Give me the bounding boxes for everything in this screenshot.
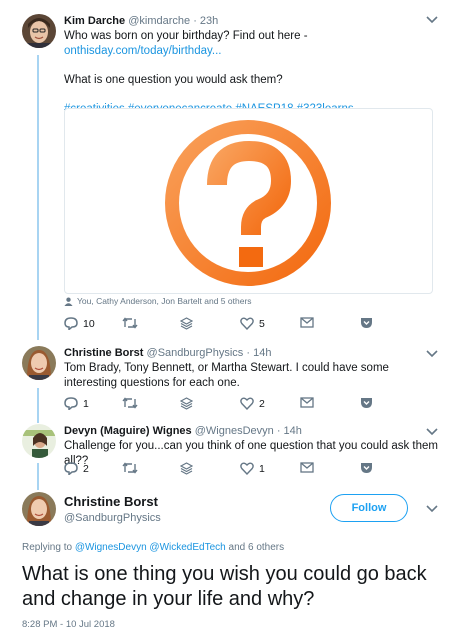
retweet-icon (122, 397, 138, 409)
heart-icon (240, 317, 254, 330)
chevron-down-icon[interactable] (426, 428, 438, 436)
like-count: 5 (259, 317, 265, 330)
author-handle[interactable]: @SandburgPhysics (147, 347, 244, 359)
tweet-link[interactable]: onthisday.com/today/birthday... (64, 45, 221, 57)
social-context[interactable]: You, Cathy Anderson, Jon Bartelt and 5 o… (64, 296, 252, 306)
retweet-icon (122, 462, 138, 474)
reply-icon (64, 317, 78, 330)
like-button[interactable]: 5 (240, 317, 265, 330)
tweet-time[interactable]: · 14h (277, 425, 302, 437)
main-tweet-text: What is one thing you wish you could go … (22, 563, 427, 610)
thread-line (37, 463, 39, 490)
main-author-handle[interactable]: @SandburgPhysics (64, 512, 161, 524)
author-handle[interactable]: @kimdarche (128, 15, 190, 27)
avatar-devyn-wignes[interactable] (22, 424, 56, 458)
author-handle[interactable]: @WignesDevyn (195, 425, 274, 437)
envelope-icon (300, 397, 314, 408)
thread-line (37, 388, 39, 423)
layers-icon (180, 317, 193, 330)
stack-button[interactable] (180, 317, 193, 330)
layers-icon (180, 462, 193, 475)
stack-button[interactable] (180, 397, 193, 410)
like-button[interactable]: 2 (240, 397, 265, 410)
tweet-header: Devyn (Maguire) Wignes @WignesDevyn · 14… (64, 424, 450, 438)
reply-icon (64, 462, 78, 475)
author-name[interactable]: Kim Darche (64, 15, 125, 27)
thread-line (37, 55, 39, 340)
avatar-christine-borst[interactable] (22, 346, 56, 380)
question-mark-circle-icon (165, 120, 331, 286)
replying-users-link[interactable]: @WignesDevyn @WickedEdTech (75, 542, 226, 553)
retweet-icon (122, 317, 138, 329)
tweet-actions: 2 1 (64, 462, 458, 478)
reply-button[interactable]: 2 (64, 462, 89, 475)
pocket-icon (361, 398, 372, 408)
tweet-time[interactable]: · 23h (193, 15, 218, 27)
tweet-text: Tom Brady, Tony Bennett, or Martha Stewa… (64, 362, 389, 389)
tweet-header: Kim Darche @kimdarche · 23h (64, 14, 450, 28)
heart-icon (240, 397, 254, 410)
pocket-icon (361, 318, 372, 328)
stack-button[interactable] (180, 462, 193, 475)
main-author-name[interactable]: Christine Borst (64, 494, 158, 509)
reply-icon (64, 397, 78, 410)
follow-button[interactable]: Follow (330, 494, 408, 522)
retweet-button[interactable] (122, 397, 143, 409)
retweet-button[interactable] (122, 317, 143, 329)
author-name[interactable]: Devyn (Maguire) Wignes (64, 425, 192, 437)
direct-message-button[interactable] (300, 317, 314, 328)
tweet-christine-borst: Christine Borst @SandburgPhysics · 14h T… (64, 346, 450, 391)
chevron-down-icon[interactable] (426, 350, 438, 358)
reply-count: 10 (83, 317, 95, 330)
author-name[interactable]: Christine Borst (64, 347, 143, 359)
like-button[interactable]: 1 (240, 462, 265, 475)
reply-button[interactable]: 10 (64, 317, 95, 330)
like-count: 2 (259, 397, 265, 410)
reply-count: 2 (83, 462, 89, 475)
tweet-kim-darche: Kim Darche @kimdarche · 23h Who was born… (64, 14, 450, 117)
tweet-header: Christine Borst @SandburgPhysics · 14h (64, 346, 450, 360)
person-icon (64, 297, 73, 306)
retweet-button[interactable] (122, 462, 143, 474)
direct-message-button[interactable] (300, 462, 314, 473)
tweet-time[interactable]: · 14h (246, 347, 271, 359)
chevron-down-icon[interactable] (426, 16, 438, 24)
social-context-text: You, Cathy Anderson, Jon Bartelt and 5 o… (77, 296, 252, 306)
reply-button[interactable]: 1 (64, 397, 89, 410)
envelope-icon (300, 462, 314, 473)
replying-to: Replying to @WignesDevyn @WickedEdTech a… (22, 542, 284, 553)
pocket-button[interactable] (360, 317, 373, 329)
avatar-kim-darche[interactable] (22, 14, 56, 48)
chevron-down-icon[interactable] (426, 505, 438, 513)
tweet-actions: 1 2 (64, 397, 458, 413)
reply-count: 1 (83, 397, 89, 410)
main-tweet-timestamp[interactable]: 8:28 PM - 10 Jul 2018 (22, 619, 115, 630)
envelope-icon (300, 317, 314, 328)
replying-suffix[interactable]: and 6 others (226, 542, 285, 553)
layers-icon (180, 397, 193, 410)
pocket-button[interactable] (360, 462, 373, 474)
heart-icon (240, 462, 254, 475)
tweet-text-line: Who was born on your birthday? Find out … (64, 30, 308, 42)
pocket-button[interactable] (360, 397, 373, 409)
tweet-text: Who was born on your birthday? Find out … (64, 29, 450, 59)
tweet-question-text: What is one question you would ask them? (64, 74, 283, 86)
pocket-icon (361, 463, 372, 473)
tweet-actions: 10 5 (64, 317, 458, 333)
avatar-christine-borst-main[interactable] (22, 492, 56, 526)
direct-message-button[interactable] (300, 397, 314, 408)
tweet-media-image[interactable] (64, 108, 433, 294)
replying-prefix: Replying to (22, 542, 75, 553)
like-count: 1 (259, 462, 265, 475)
